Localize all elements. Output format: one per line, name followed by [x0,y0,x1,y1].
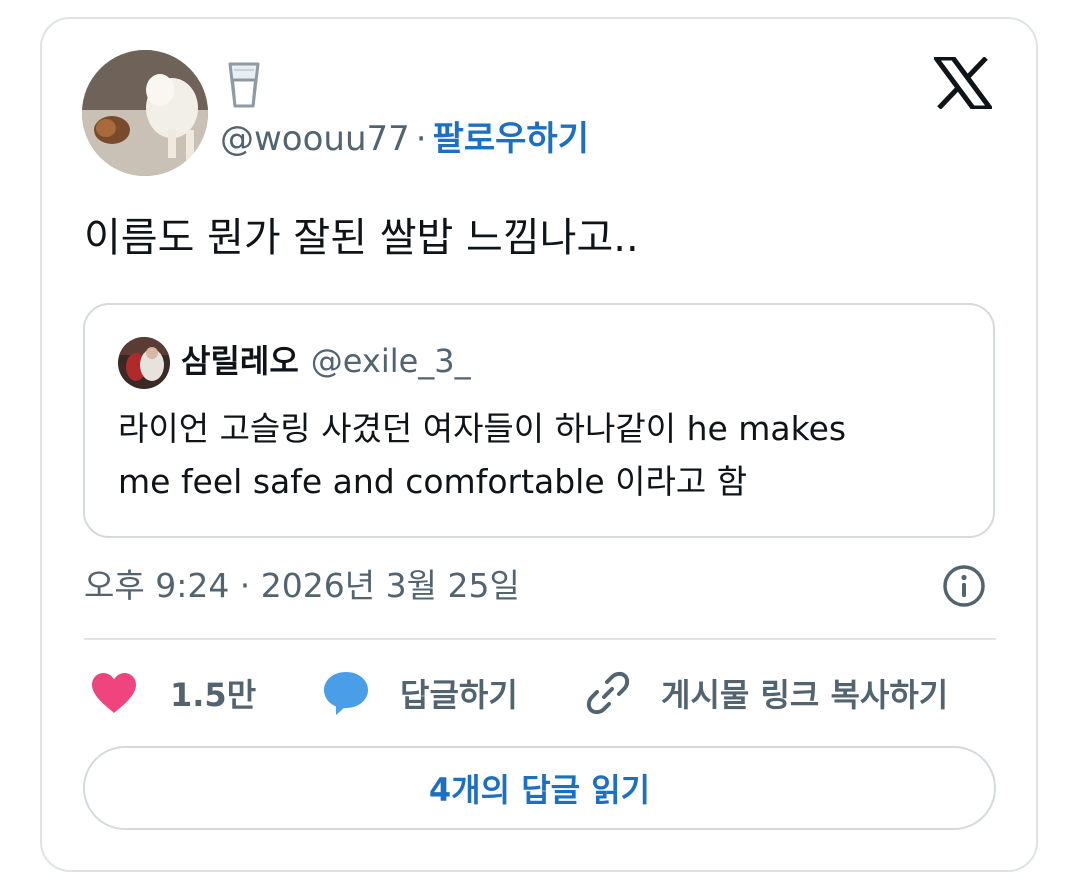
follow-button[interactable]: 팔로우하기 [433,119,589,159]
author-display-name-icon[interactable] [222,60,266,112]
quoted-author-name[interactable]: 삼릴레오 [181,342,299,380]
read-replies-button[interactable]: 4개의 답글 읽기 [83,746,996,830]
quoted-tweet-text: 라이언 고슬링 사겼던 여자들이 하나같이 he makes me feel s… [118,402,938,508]
author-handle[interactable]: @woouu77 [220,119,410,159]
speech-bubble-icon [324,672,368,715]
divider [84,638,996,640]
heart-icon [92,673,136,713]
x-logo-icon[interactable] [931,55,995,111]
quoted-text-line: me feel safe and comfortable 이라고 함 [118,462,748,501]
link-icon [586,671,630,715]
info-icon[interactable] [942,564,986,608]
quoted-author-row: 삼릴레오 @exile_3_ [181,338,471,384]
tweet-text: 이름도 뭔가 잘된 쌀밥 느낌나고.. [84,215,639,261]
author-avatar[interactable] [82,50,208,176]
copy-link-label: 게시물 링크 복사하기 [661,676,949,714]
copy-link-button[interactable]: 게시물 링크 복사하기 [585,668,948,718]
quoted-text-line: 라이언 고슬링 사겼던 여자들이 하나같이 he makes [118,409,847,448]
reply-button[interactable]: 답글하기 [322,668,518,718]
like-button[interactable]: 1.5만 [90,668,256,718]
like-count: 1.5만 [170,676,257,714]
quoted-author-avatar[interactable] [118,337,170,389]
quoted-author-handle[interactable]: @exile_3_ [311,342,471,380]
tweet-timestamp[interactable]: 오후 9:24 · 2026년 3월 25일 [84,562,520,610]
separator-dot: · [415,119,427,159]
author-handle-row: @woouu77 · 팔로우하기 [220,116,589,162]
reply-label: 답글하기 [400,676,518,714]
